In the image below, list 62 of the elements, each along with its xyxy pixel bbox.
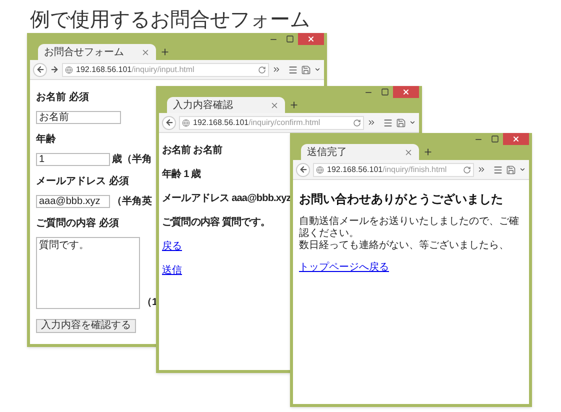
menu-icon[interactable]: [288, 64, 298, 74]
close-tab-icon[interactable]: [404, 148, 413, 156]
field-label: メールアドレス 必須: [36, 174, 129, 189]
text-link[interactable]: 送信: [162, 263, 182, 278]
close-window-button[interactable]: [503, 133, 529, 145]
address-bar[interactable]: 192.168.56.101/inquiry/finish.html: [313, 162, 474, 176]
confirm-line: お名前 お名前: [162, 144, 222, 158]
menu-icon[interactable]: [493, 164, 503, 174]
field-hint: 歳（半角: [112, 154, 152, 166]
browser-tab[interactable]: 入力内容確認: [167, 97, 285, 113]
thank-you-heading: お問い合わせありがとうございました: [299, 191, 504, 208]
browser-tab[interactable]: お問合せフォーム: [38, 44, 156, 60]
confirm-line: メールアドレス aaa@bbb.xyz: [162, 192, 291, 206]
save-icon[interactable]: [301, 64, 311, 74]
close-window-button[interactable]: [298, 33, 324, 45]
field-label: ご質問の内容 必須: [36, 216, 119, 231]
caret-icon[interactable]: [314, 66, 321, 73]
save-icon[interactable]: [396, 118, 406, 128]
close-tab-icon[interactable]: [270, 100, 279, 110]
close-icon: [512, 135, 520, 143]
close-tab-icon[interactable]: [141, 48, 150, 56]
back-arrow-icon: [36, 65, 44, 74]
message-text: 数日経っても連絡がない、等ございましたら、: [299, 240, 510, 252]
maximize-icon[interactable]: [286, 35, 294, 43]
back-button[interactable]: [33, 62, 47, 76]
back-arrow-icon: [164, 118, 174, 127]
input-field[interactable]: お名前: [36, 111, 121, 124]
caret-icon[interactable]: [519, 166, 526, 173]
caret-icon[interactable]: [409, 119, 416, 126]
input-field[interactable]: 1: [36, 153, 110, 166]
menu-icon[interactable]: [383, 118, 393, 128]
new-tab-icon[interactable]: [160, 47, 170, 57]
text-link[interactable]: 戻る: [162, 239, 182, 254]
new-tab-icon[interactable]: [423, 147, 433, 157]
confirm-line: ご質問の内容 質問です。: [162, 215, 270, 230]
field-hint: （半角英: [112, 196, 152, 208]
save-icon[interactable]: [506, 164, 516, 174]
confirm-line: 年齢 1 歳: [162, 168, 201, 182]
browser-tab[interactable]: 送信完了: [301, 144, 419, 160]
textarea-field[interactable]: 質問です。: [36, 237, 140, 309]
confirm-button[interactable]: 入力内容を確認する: [36, 319, 136, 333]
overflow-icon[interactable]: [477, 165, 486, 174]
back-button[interactable]: [162, 116, 176, 130]
close-window-button[interactable]: [393, 86, 419, 98]
field-label: お名前 必須: [36, 90, 89, 105]
overflow-icon[interactable]: [272, 65, 281, 74]
back-arrow-icon: [298, 165, 308, 174]
close-icon: [402, 88, 410, 96]
address-bar[interactable]: 192.168.56.101/inquiry/input.html: [62, 62, 269, 76]
back-button[interactable]: [296, 162, 310, 176]
maximize-icon[interactable]: [491, 135, 499, 143]
forward-icon[interactable]: [50, 65, 59, 74]
maximize-icon[interactable]: [381, 88, 389, 96]
address-bar[interactable]: 192.168.56.101/inquiry/confirm.html: [179, 116, 364, 130]
field-label: 年齢: [36, 132, 56, 147]
input-field[interactable]: aaa@bbb.xyz: [36, 195, 110, 208]
top-page-link[interactable]: トップページへ戻る: [299, 260, 389, 275]
new-tab-icon[interactable]: [289, 100, 299, 110]
overflow-icon[interactable]: [367, 118, 376, 127]
slide-heading: 例で使用するお問合せフォーム: [30, 6, 310, 33]
message-text: 自動送信メールをお送りいたしましたので、ご確認ください。: [299, 216, 520, 240]
close-icon: [307, 35, 315, 43]
